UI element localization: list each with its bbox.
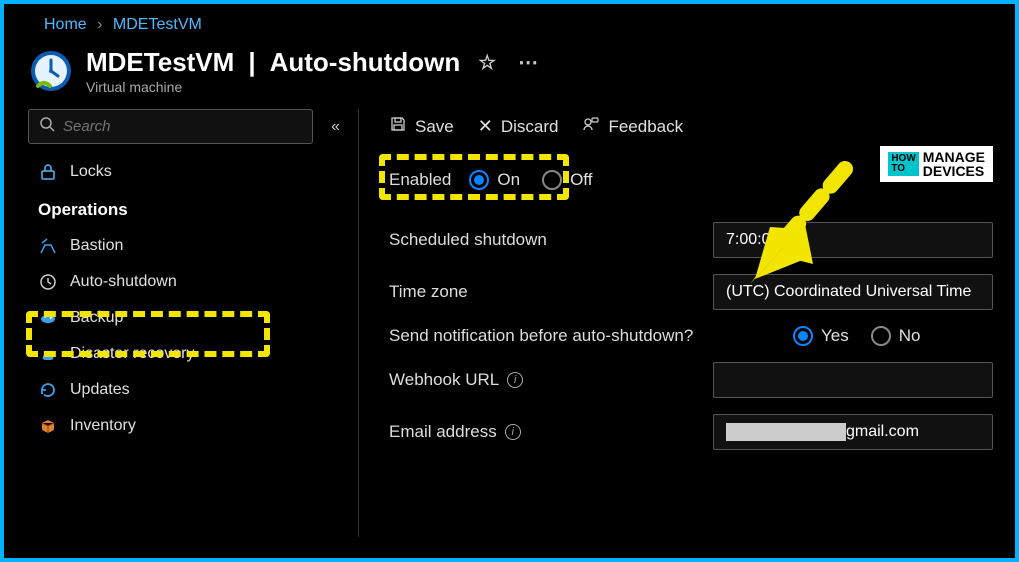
feedback-button[interactable]: Feedback <box>582 115 683 138</box>
sidebar-item-label: Bastion <box>70 237 123 255</box>
toolbar-label: Save <box>415 117 454 137</box>
enabled-on-radio[interactable]: On <box>469 170 520 190</box>
page-name: Auto-shutdown <box>270 47 461 78</box>
search-box[interactable] <box>28 109 313 144</box>
radio-label: Off <box>570 170 592 190</box>
discard-button[interactable]: ✕ Discard <box>478 116 559 137</box>
bastion-icon <box>38 236 58 256</box>
redacted-text <box>726 423 846 441</box>
info-icon[interactable]: i <box>505 424 521 440</box>
sidebar-item-bastion[interactable]: Bastion <box>28 228 346 264</box>
email-suffix: gmail.com <box>846 423 919 441</box>
sidebar-item-inventory[interactable]: Inventory <box>28 408 346 444</box>
webhook-input[interactable] <box>713 362 993 398</box>
radio-icon <box>469 170 489 190</box>
breadcrumb-current[interactable]: MDETestVM <box>113 16 202 33</box>
radio-icon <box>793 326 813 346</box>
toolbar-label: Feedback <box>608 117 683 137</box>
save-icon <box>389 115 407 138</box>
webhook-label: Webhook URL i <box>389 370 689 390</box>
resource-type: Virtual machine <box>86 79 542 95</box>
sidebar-item-label: Backup <box>70 309 123 327</box>
clock-small-icon <box>38 272 58 292</box>
radio-label: No <box>899 326 921 346</box>
scheduled-shutdown-label: Scheduled shutdown <box>389 230 689 250</box>
sidebar: « Locks Operations Bastion Auto-shutdown <box>28 109 358 537</box>
notify-label: Send notification before auto-shutdown? <box>389 326 769 346</box>
breadcrumb-home[interactable]: Home <box>44 16 87 33</box>
sidebar-item-updates[interactable]: Updates <box>28 372 346 408</box>
radio-icon <box>542 170 562 190</box>
chevron-right-icon: › <box>97 16 102 33</box>
breadcrumb: Home › MDETestVM <box>4 4 1015 42</box>
enabled-off-radio[interactable]: Off <box>542 170 592 190</box>
disaster-recovery-icon <box>38 344 58 364</box>
favorite-star-icon[interactable]: ☆ <box>474 46 500 79</box>
inventory-icon <box>38 416 58 436</box>
scheduled-shutdown-input[interactable] <box>713 222 993 258</box>
sidebar-item-auto-shutdown[interactable]: Auto-shutdown <box>28 264 346 300</box>
email-label: Email address i <box>389 422 689 442</box>
radio-label: On <box>497 170 520 190</box>
search-input[interactable] <box>63 118 302 135</box>
sidebar-item-backup[interactable]: Backup <box>28 300 346 336</box>
search-icon <box>39 116 55 137</box>
sidebar-item-label: Auto-shutdown <box>70 273 177 291</box>
save-button[interactable]: Save <box>389 115 454 138</box>
updates-icon <box>38 380 58 400</box>
backup-icon <box>38 308 58 328</box>
notify-no-radio[interactable]: No <box>871 326 921 346</box>
close-icon: ✕ <box>478 116 493 137</box>
page-header: MDETestVM | Auto-shutdown ☆ ⋯ Virtual ma… <box>4 42 1015 103</box>
toolbar-label: Discard <box>501 117 559 137</box>
email-input[interactable]: gmail.com <box>713 414 993 450</box>
resource-name: MDETestVM <box>86 47 234 78</box>
sidebar-section-operations: Operations <box>28 190 346 228</box>
sidebar-item-label: Inventory <box>70 417 136 435</box>
more-menu-icon[interactable]: ⋯ <box>514 46 542 79</box>
enabled-label: Enabled <box>389 170 451 190</box>
radio-label: Yes <box>821 326 849 346</box>
sidebar-item-label: Locks <box>70 163 112 181</box>
sidebar-item-disaster-recovery[interactable]: Disaster recovery <box>28 336 346 372</box>
timezone-input[interactable] <box>713 274 993 310</box>
page-title: MDETestVM | Auto-shutdown ☆ ⋯ <box>86 46 542 79</box>
timezone-label: Time zone <box>389 282 689 302</box>
notify-yes-radio[interactable]: Yes <box>793 326 849 346</box>
info-icon[interactable]: i <box>507 372 523 388</box>
sidebar-item-label: Updates <box>70 381 130 399</box>
notify-radio-group: Yes No <box>793 326 920 346</box>
enabled-radio-group: On Off <box>469 170 592 190</box>
feedback-icon <box>582 115 600 138</box>
lock-icon <box>38 162 58 182</box>
watermark-logo: HOW TO MANAGE DEVICES <box>878 144 995 184</box>
radio-icon <box>871 326 891 346</box>
sidebar-item-label: Disaster recovery <box>70 345 194 363</box>
clock-icon <box>28 48 74 94</box>
sidebar-item-locks[interactable]: Locks <box>28 154 346 190</box>
collapse-sidebar-icon[interactable]: « <box>325 116 346 138</box>
